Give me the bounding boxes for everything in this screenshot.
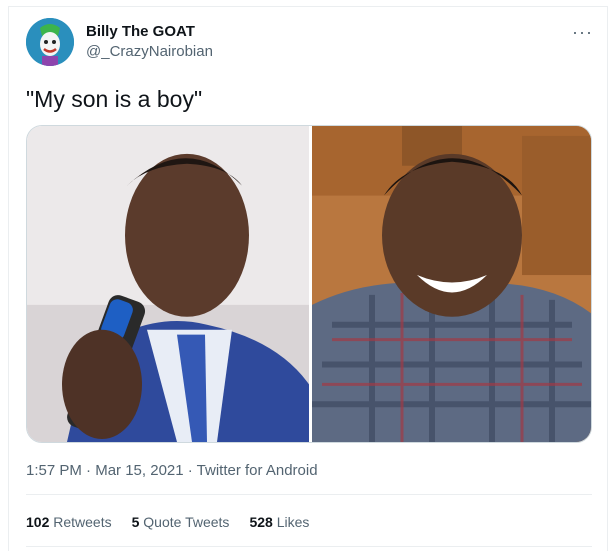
meta-separator: · [81,462,96,479]
divider [26,546,592,547]
retweets-label: Retweets [53,514,112,530]
media-photo-left[interactable] [27,126,309,442]
user-handle[interactable]: @_CrazyNairobian [86,43,213,60]
tweet-media[interactable] [26,125,592,443]
tweet-stats: 102 Retweets 5 Quote Tweets 528 Likes [26,514,309,530]
likes-stat[interactable]: 528 Likes [249,514,309,530]
media-photo-right[interactable] [312,126,592,442]
tweet-date[interactable]: Mar 15, 2021 [95,462,183,479]
more-horizontal-icon[interactable]: ··· [572,22,593,43]
tweet-source[interactable]: Twitter for Android [197,462,318,479]
likes-label: Likes [276,514,310,530]
meta-separator: · [183,462,197,479]
retweets-stat[interactable]: 102 Retweets [26,514,112,530]
avatar-image [26,18,74,66]
tweet-text: "My son is a boy" [26,86,203,112]
tweet-meta: 1:57 PM · Mar 15, 2021 · Twitter for And… [26,462,318,479]
tweet-time[interactable]: 1:57 PM [26,462,82,479]
avatar[interactable] [26,18,74,66]
retweets-count: 102 [26,514,50,530]
quotes-label: Quote Tweets [143,514,230,530]
divider [26,494,592,495]
display-name[interactable]: Billy The GOAT [86,23,195,40]
likes-count: 528 [249,514,273,530]
quote-tweets-stat[interactable]: 5 Quote Tweets [132,514,230,530]
quotes-count: 5 [131,514,140,530]
